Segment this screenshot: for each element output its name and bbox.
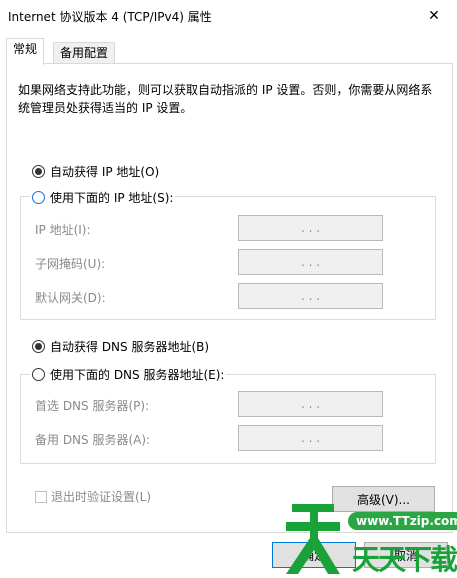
auto-dns-radio-row[interactable]: 自动获得 DNS 服务器地址(B) xyxy=(32,338,209,355)
manual-ip-radio-row[interactable]: 使用下面的 IP 地址(S): xyxy=(30,189,176,206)
auto-ip-radio-row[interactable]: 自动获得 IP 地址(O) xyxy=(32,163,159,180)
manual-ip-label: 使用下面的 IP 地址(S): xyxy=(50,191,174,205)
default-gateway-value: . . . xyxy=(300,289,321,303)
alternate-dns-field[interactable]: . . . xyxy=(238,425,383,451)
default-gateway-label: 默认网关(D): xyxy=(35,291,106,305)
tab-general[interactable]: 常规 xyxy=(6,38,45,65)
window-title: Internet 协议版本 4 (TCP/IPv4) 属性 xyxy=(8,10,212,24)
auto-ip-radio[interactable] xyxy=(32,165,45,178)
subnet-mask-label: 子网掩码(U): xyxy=(35,257,106,271)
preferred-dns-label: 首选 DNS 服务器(P): xyxy=(35,399,150,413)
watermark: www.TTzip.com 天天下载 xyxy=(278,498,457,578)
subnet-mask-value: . . . xyxy=(300,255,321,269)
close-button[interactable]: ✕ xyxy=(411,0,457,32)
description-text: 如果网络支持此功能，则可以获取自动指派的 IP 设置。否则，你需要从网络系统管理… xyxy=(18,83,433,115)
tab-strip: 常规 备用配置 xyxy=(0,38,457,65)
tab-general-label: 常规 xyxy=(13,42,38,56)
manual-dns-radio-row[interactable]: 使用下面的 DNS 服务器地址(E): xyxy=(30,366,227,383)
alternate-dns-label: 备用 DNS 服务器(A): xyxy=(35,433,151,447)
manual-ip-radio[interactable] xyxy=(32,191,45,204)
ip-address-field[interactable]: . . . xyxy=(238,215,383,241)
subnet-mask-field[interactable]: . . . xyxy=(238,249,383,275)
auto-dns-radio[interactable] xyxy=(32,340,45,353)
auto-ip-label: 自动获得 IP 地址(O) xyxy=(50,165,160,179)
validate-settings-label: 退出时验证设置(L) xyxy=(51,490,152,504)
close-icon: ✕ xyxy=(428,8,440,24)
auto-dns-label: 自动获得 DNS 服务器地址(B) xyxy=(50,340,210,354)
tab-alternate-config-label: 备用配置 xyxy=(60,46,109,60)
alternate-dns-value: . . . xyxy=(300,431,321,445)
manual-dns-radio[interactable] xyxy=(32,368,45,381)
ip-address-label: IP 地址(I): xyxy=(35,223,91,237)
ip-address-value: . . . xyxy=(300,221,321,235)
watermark-text: 天天下载 xyxy=(352,543,457,576)
validate-settings-row[interactable]: 退出时验证设置(L) xyxy=(35,488,151,505)
watermark-url: www.TTzip.com xyxy=(348,512,457,530)
watermark-logo-icon xyxy=(286,504,340,574)
title-bar: Internet 协议版本 4 (TCP/IPv4) 属性 ✕ xyxy=(0,0,457,32)
validate-settings-checkbox[interactable] xyxy=(35,490,47,503)
tab-alternate-config[interactable]: 备用配置 xyxy=(53,42,116,64)
preferred-dns-field[interactable]: . . . xyxy=(238,391,383,417)
manual-dns-label: 使用下面的 DNS 服务器地址(E): xyxy=(50,368,225,382)
default-gateway-field[interactable]: . . . xyxy=(238,283,383,309)
preferred-dns-value: . . . xyxy=(300,397,321,411)
